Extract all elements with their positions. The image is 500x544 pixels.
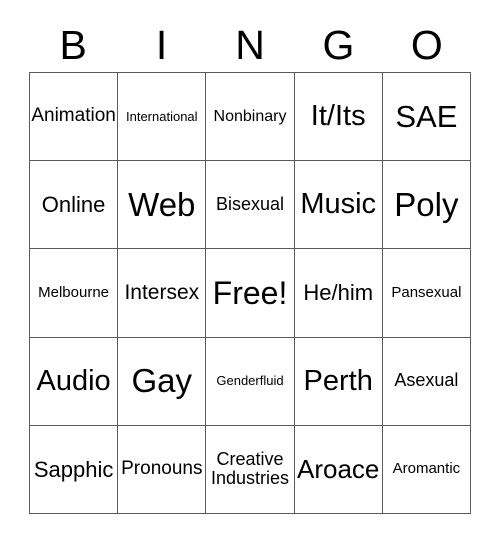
bingo-cell-label: Asexual <box>394 370 459 391</box>
bingo-cell[interactable]: Aroace <box>294 425 383 514</box>
bingo-cell[interactable]: Intersex <box>118 249 207 338</box>
header-letter-i: I <box>155 21 168 68</box>
bingo-cell-label: Genderfluid <box>216 373 284 389</box>
bingo-cell[interactable]: Sapphic <box>30 425 119 514</box>
bingo-cell[interactable]: Music <box>294 161 383 250</box>
bingo-cell[interactable]: Bisexual <box>206 161 295 250</box>
bingo-cell[interactable]: Web <box>118 161 207 250</box>
bingo-cell[interactable]: International <box>118 73 207 162</box>
bingo-cell[interactable]: Pansexual <box>382 249 471 338</box>
bingo-cell-label: Perth <box>303 364 373 397</box>
bingo-cell[interactable]: Creative Industries <box>206 425 295 514</box>
bingo-header: B I N G O <box>29 18 471 72</box>
bingo-cell-label: International <box>126 108 198 124</box>
bingo-cell-label: Intersex <box>124 280 200 304</box>
bingo-cell-label: He/him <box>303 280 374 306</box>
bingo-cell-label: Animation <box>31 105 116 127</box>
bingo-cell[interactable]: Online <box>30 161 119 250</box>
bingo-cell-label: Audio <box>36 364 111 397</box>
bingo-cell[interactable]: SAE <box>382 73 471 162</box>
header-letter-n: N <box>235 21 265 68</box>
bingo-cell-label: Online <box>41 191 106 217</box>
bingo-cell[interactable]: Perth <box>294 337 383 426</box>
bingo-cell[interactable]: He/him <box>294 249 383 338</box>
bingo-cell-label: Music <box>300 188 377 221</box>
bingo-cell-label: Pansexual <box>391 283 462 301</box>
header-letter-b: B <box>59 21 87 68</box>
bingo-cell[interactable]: It/Its <box>294 73 383 162</box>
bingo-cell-label: Pronouns <box>121 458 203 480</box>
bingo-cell[interactable]: Animation <box>30 73 119 162</box>
bingo-cell-label: Web <box>128 185 196 223</box>
bingo-cell-label: Free! <box>212 274 288 311</box>
bingo-cell-label: Melbourne <box>38 283 110 301</box>
bingo-cell[interactable]: Genderfluid <box>206 337 295 426</box>
bingo-card: B I N G O Animation International Nonbinar… <box>0 0 500 544</box>
bingo-cell[interactable]: Aromantic <box>382 425 471 514</box>
bingo-grid: Animation International Nonbinary It/Its SAE… <box>29 72 471 514</box>
bingo-cell[interactable]: Audio <box>30 337 119 426</box>
bingo-cell-free[interactable]: Free! <box>206 249 295 338</box>
bingo-cell-label: Creative Industries <box>210 448 290 489</box>
bingo-cell-label: Aroace <box>297 454 380 485</box>
bingo-cell-label: It/Its <box>310 99 366 132</box>
bingo-cell-label: Aromantic <box>392 460 461 478</box>
header-letter-g: G <box>322 21 355 68</box>
bingo-cell[interactable]: Nonbinary <box>206 73 295 162</box>
bingo-cell-label: Bisexual <box>215 194 285 215</box>
bingo-cell-label: Sapphic <box>33 456 114 482</box>
bingo-cell-label: Nonbinary <box>213 107 287 125</box>
bingo-cell[interactable]: Pronouns <box>118 425 207 514</box>
bingo-cell[interactable]: Poly <box>382 161 471 250</box>
header-letter-o: O <box>410 21 443 68</box>
bingo-cell-label: Poly <box>394 185 459 223</box>
bingo-cell[interactable]: Melbourne <box>30 249 119 338</box>
bingo-cell-label: Gay <box>131 362 193 400</box>
bingo-cell-label: SAE <box>395 98 458 134</box>
bingo-cell[interactable]: Asexual <box>382 337 471 426</box>
bingo-cell[interactable]: Gay <box>118 337 207 426</box>
